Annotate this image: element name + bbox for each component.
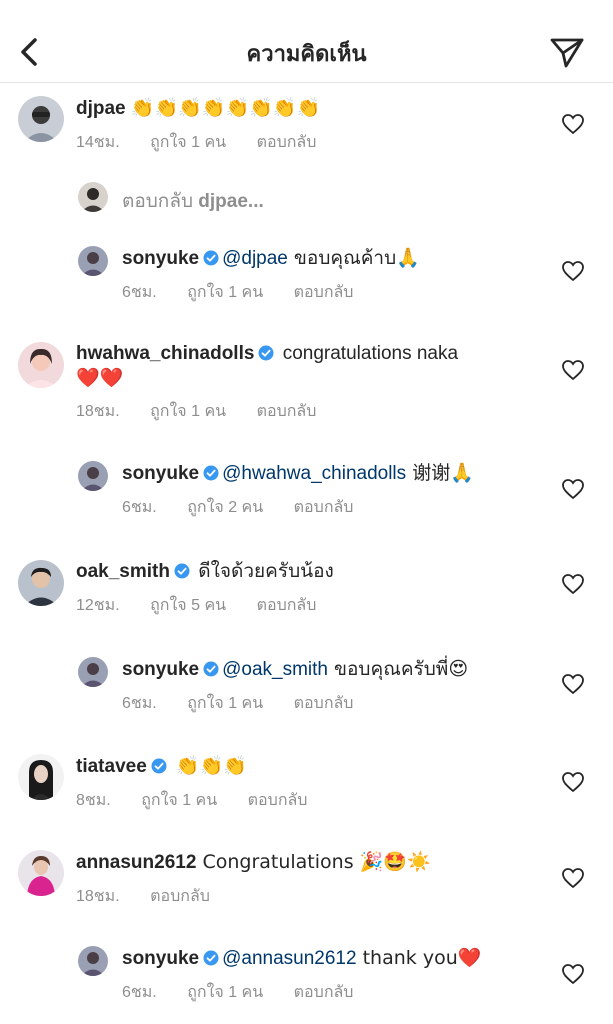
heart-icon[interactable] bbox=[561, 867, 585, 889]
comment-time: 14ชม. bbox=[76, 134, 120, 151]
verified-badge-icon bbox=[174, 563, 190, 579]
comment-text: Congratulations 🎉🤩☀️ bbox=[196, 851, 431, 873]
comment-username[interactable]: sonyuke bbox=[122, 659, 199, 680]
verified-badge-icon bbox=[203, 250, 219, 266]
avatar[interactable] bbox=[78, 657, 108, 687]
avatar[interactable] bbox=[78, 946, 108, 976]
verified-badge-icon bbox=[258, 345, 274, 361]
comment-mention[interactable]: @hwahwa_chinadolls bbox=[222, 463, 406, 484]
avatar[interactable] bbox=[78, 246, 108, 276]
comment-likes[interactable]: ถูกใจ 1 คน bbox=[141, 792, 217, 809]
heart-icon[interactable] bbox=[561, 963, 585, 985]
reply-button[interactable]: ตอบกลับ bbox=[257, 403, 317, 420]
comment-time: 6ชม. bbox=[122, 499, 157, 516]
comment-username[interactable]: oak_smith bbox=[76, 561, 170, 582]
comment-text: congratulations naka bbox=[277, 343, 459, 364]
reply-prompt-username: djpae... bbox=[198, 191, 264, 212]
comment-likes[interactable]: ถูกใจ 1 คน bbox=[187, 695, 263, 712]
avatar[interactable] bbox=[18, 754, 64, 800]
comment-likes[interactable]: ถูกใจ 1 คน bbox=[150, 403, 226, 420]
comment-mention[interactable]: @oak_smith bbox=[222, 659, 328, 680]
comment-time: 18ชม. bbox=[76, 888, 120, 905]
comment-time: 6ชม. bbox=[122, 695, 157, 712]
paper-plane-icon bbox=[550, 38, 584, 68]
verified-badge-icon bbox=[203, 950, 219, 966]
comment-username[interactable]: sonyuke bbox=[122, 463, 199, 484]
comment-username[interactable]: tiatavee bbox=[76, 756, 147, 777]
comment-text-continued: ❤️❤️ bbox=[76, 367, 124, 389]
avatar[interactable] bbox=[18, 850, 64, 896]
reply-button[interactable]: ตอบกลับ bbox=[294, 284, 354, 301]
comment-text: ขอบคุณค้าบ🙏 bbox=[287, 247, 420, 269]
comment-text: thank you❤️ bbox=[356, 947, 482, 969]
comment-username[interactable]: hwahwa_chinadolls bbox=[76, 343, 254, 364]
comment-text: ดีใจด้วยครับน้อง bbox=[192, 561, 334, 582]
header: ความคิดเห็น bbox=[0, 0, 613, 83]
comment-username[interactable]: sonyuke bbox=[122, 248, 199, 269]
heart-icon[interactable] bbox=[561, 573, 585, 595]
heart-icon[interactable] bbox=[561, 771, 585, 793]
comment-text: 👏👏👏👏👏👏👏👏 bbox=[130, 97, 321, 119]
comment-likes[interactable]: ถูกใจ 1 คน bbox=[187, 984, 263, 1001]
avatar bbox=[78, 182, 108, 212]
comment-username[interactable]: sonyuke bbox=[122, 948, 199, 969]
heart-icon[interactable] bbox=[561, 478, 585, 500]
reply-button[interactable]: ตอบกลับ bbox=[294, 499, 354, 516]
comment-time: 6ชม. bbox=[122, 284, 157, 301]
verified-badge-icon bbox=[203, 661, 219, 677]
reply-button[interactable]: ตอบกลับ bbox=[248, 792, 308, 809]
comment-time: 12ชม. bbox=[76, 597, 120, 614]
heart-icon[interactable] bbox=[561, 260, 585, 282]
avatar[interactable] bbox=[18, 560, 64, 606]
comment-time: 8ชม. bbox=[76, 792, 111, 809]
verified-badge-icon bbox=[203, 465, 219, 481]
comment-username[interactable]: djpae bbox=[76, 98, 126, 119]
heart-icon[interactable] bbox=[561, 113, 585, 135]
verified-badge-icon bbox=[151, 758, 167, 774]
reply-button[interactable]: ตอบกลับ bbox=[294, 695, 354, 712]
reply-button[interactable]: ตอบกลับ bbox=[294, 984, 354, 1001]
comment-likes[interactable]: ถูกใจ 1 คน bbox=[187, 284, 263, 301]
reply-button[interactable]: ตอบกลับ bbox=[257, 597, 317, 614]
heart-icon[interactable] bbox=[561, 359, 585, 381]
comment-text: ขอบคุณครับพี่😍 bbox=[327, 658, 469, 680]
avatar[interactable] bbox=[18, 342, 64, 388]
comment-text: 👏👏👏 bbox=[169, 755, 247, 777]
comment-mention[interactable]: @djpae bbox=[222, 248, 288, 269]
reply-button[interactable]: ตอบกลับ bbox=[150, 888, 210, 905]
share-button[interactable] bbox=[549, 34, 585, 70]
comment-likes[interactable]: ถูกใจ 2 คน bbox=[187, 499, 263, 516]
avatar[interactable] bbox=[78, 461, 108, 491]
reply-prompt-prefix: ตอบกลับ bbox=[122, 191, 199, 212]
comment-mention[interactable]: @annasun2612 bbox=[222, 948, 356, 969]
avatar[interactable] bbox=[18, 96, 64, 142]
page-title: ความคิดเห็น bbox=[246, 41, 367, 66]
comment-time: 6ชม. bbox=[122, 984, 157, 1001]
heart-icon[interactable] bbox=[561, 673, 585, 695]
comment-text: 谢谢🙏 bbox=[406, 462, 474, 484]
comment-username[interactable]: annasun2612 bbox=[76, 852, 196, 873]
comment-likes[interactable]: ถูกใจ 5 คน bbox=[150, 597, 226, 614]
comment-time: 18ชม. bbox=[76, 403, 120, 420]
comment-likes[interactable]: ถูกใจ 1 คน bbox=[150, 134, 226, 151]
reply-button[interactable]: ตอบกลับ bbox=[257, 134, 317, 151]
